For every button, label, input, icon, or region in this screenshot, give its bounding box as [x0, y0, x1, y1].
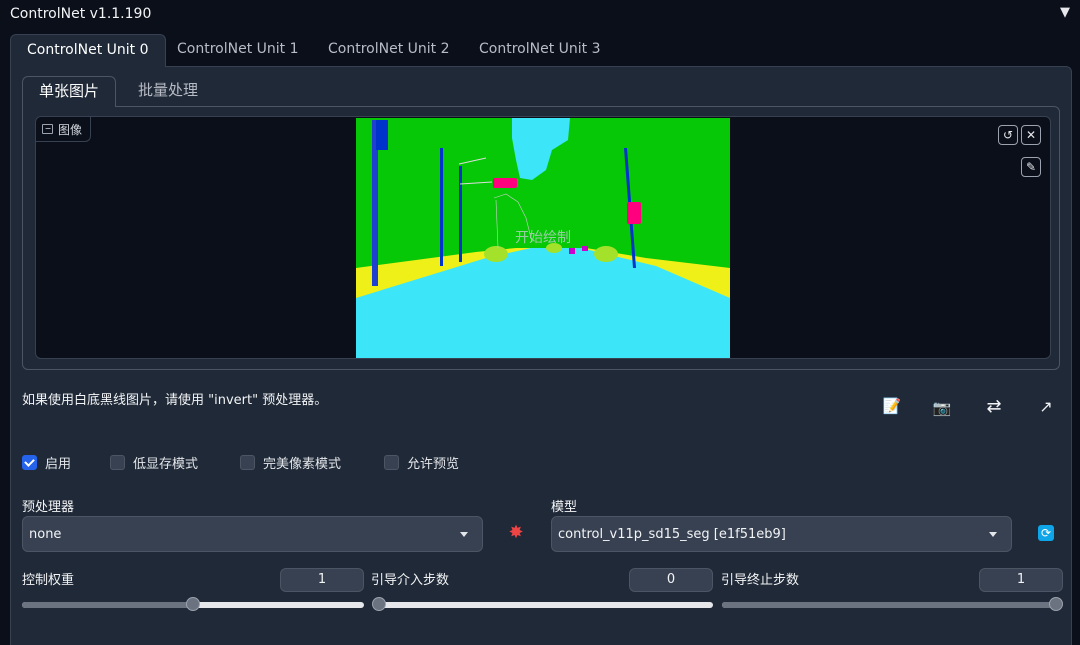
model-dropdown[interactable]: control_v11p_sd15_seg [e1f51eb9]	[551, 516, 1012, 552]
guidance-end-label: 引导终止步数	[721, 573, 800, 588]
chevron-down-icon	[460, 531, 468, 537]
preprocessor-dropdown[interactable]: none	[22, 516, 483, 552]
tab-controlnet-unit-1[interactable]: ControlNet Unit 1	[161, 34, 315, 66]
segmentation-map-image[interactable]: 开始绘制	[356, 118, 730, 358]
refresh-models-icon[interactable]: ⟳	[1038, 525, 1054, 541]
accordion-title[interactable]: ControlNet v1.1.190	[10, 6, 151, 22]
image-label-text: 图像	[58, 122, 83, 137]
slider-fill	[22, 602, 193, 608]
low-vram-checkbox-box[interactable]	[110, 455, 125, 470]
tab-batch[interactable]: 批量处理	[122, 76, 214, 106]
model-value: control_v11p_sd15_seg [e1f51eb9]	[558, 526, 786, 542]
accordion-toggle-icon[interactable]: ▼	[1060, 5, 1070, 20]
image-block-label: 图像	[36, 117, 92, 142]
allow-preview-checkbox[interactable]: 允许预览	[384, 453, 459, 472]
low-vram-checkbox[interactable]: 低显存模式	[110, 453, 198, 472]
canvas-overlay-text: 开始绘制	[515, 229, 571, 245]
slider-thumb[interactable]	[1049, 597, 1063, 611]
tab-controlnet-unit-0[interactable]: ControlNet Unit 0	[10, 34, 166, 67]
guidance-start-slider[interactable]	[372, 597, 713, 611]
pixel-perfect-checkbox-label: 完美像素模式	[263, 457, 342, 472]
guidance-start-label: 引导介入步数	[371, 573, 450, 588]
slider-thumb[interactable]	[186, 597, 200, 611]
swap-icon[interactable]: ⇄	[982, 394, 1006, 418]
camera-icon[interactable]: 📷	[930, 396, 954, 420]
control-weight-slider[interactable]	[22, 597, 364, 611]
slider-thumb[interactable]	[372, 597, 386, 611]
tab-single-image[interactable]: 单张图片	[22, 76, 117, 107]
control-weight-label: 控制权重	[22, 573, 75, 588]
pixel-perfect-checkbox-box[interactable]	[240, 455, 255, 470]
slider-fill	[722, 602, 1056, 608]
model-label: 模型	[551, 500, 578, 515]
pixel-perfect-checkbox[interactable]: 完美像素模式	[240, 453, 341, 472]
invert-hint-text: 如果使用白底黑线图片，请使用 "invert" 预处理器。	[22, 393, 328, 408]
close-icon[interactable]: ✕	[1021, 125, 1041, 145]
brush-icon[interactable]: ✎	[1021, 157, 1041, 177]
tab-controlnet-unit-2[interactable]: ControlNet Unit 2	[312, 34, 466, 66]
new-canvas-icon[interactable]: 📝	[880, 394, 904, 418]
tab-controlnet-unit-3[interactable]: ControlNet Unit 3	[463, 34, 617, 66]
run-preprocessor-icon[interactable]: ✸	[504, 520, 528, 544]
undo-icon[interactable]: ↺	[998, 125, 1018, 145]
guidance-start-input[interactable]: 0	[629, 568, 713, 592]
guidance-end-slider[interactable]	[722, 597, 1063, 611]
preprocessor-label: 预处理器	[22, 500, 75, 515]
guidance-end-input[interactable]: 1	[979, 568, 1063, 592]
slider-track	[379, 602, 713, 608]
chevron-down-icon	[989, 531, 997, 537]
low-vram-checkbox-label: 低显存模式	[133, 457, 199, 472]
enable-checkbox[interactable]: 启用	[22, 453, 71, 472]
allow-preview-checkbox-box[interactable]	[384, 455, 399, 470]
preprocessor-value: none	[29, 526, 62, 542]
allow-preview-checkbox-label: 允许预览	[407, 457, 460, 472]
enable-checkbox-box[interactable]	[22, 455, 37, 470]
enable-checkbox-label: 启用	[45, 457, 72, 472]
image-icon	[42, 124, 53, 134]
control-weight-input[interactable]: 1	[280, 568, 364, 592]
send-dimensions-icon[interactable]: ↗	[1034, 394, 1058, 418]
